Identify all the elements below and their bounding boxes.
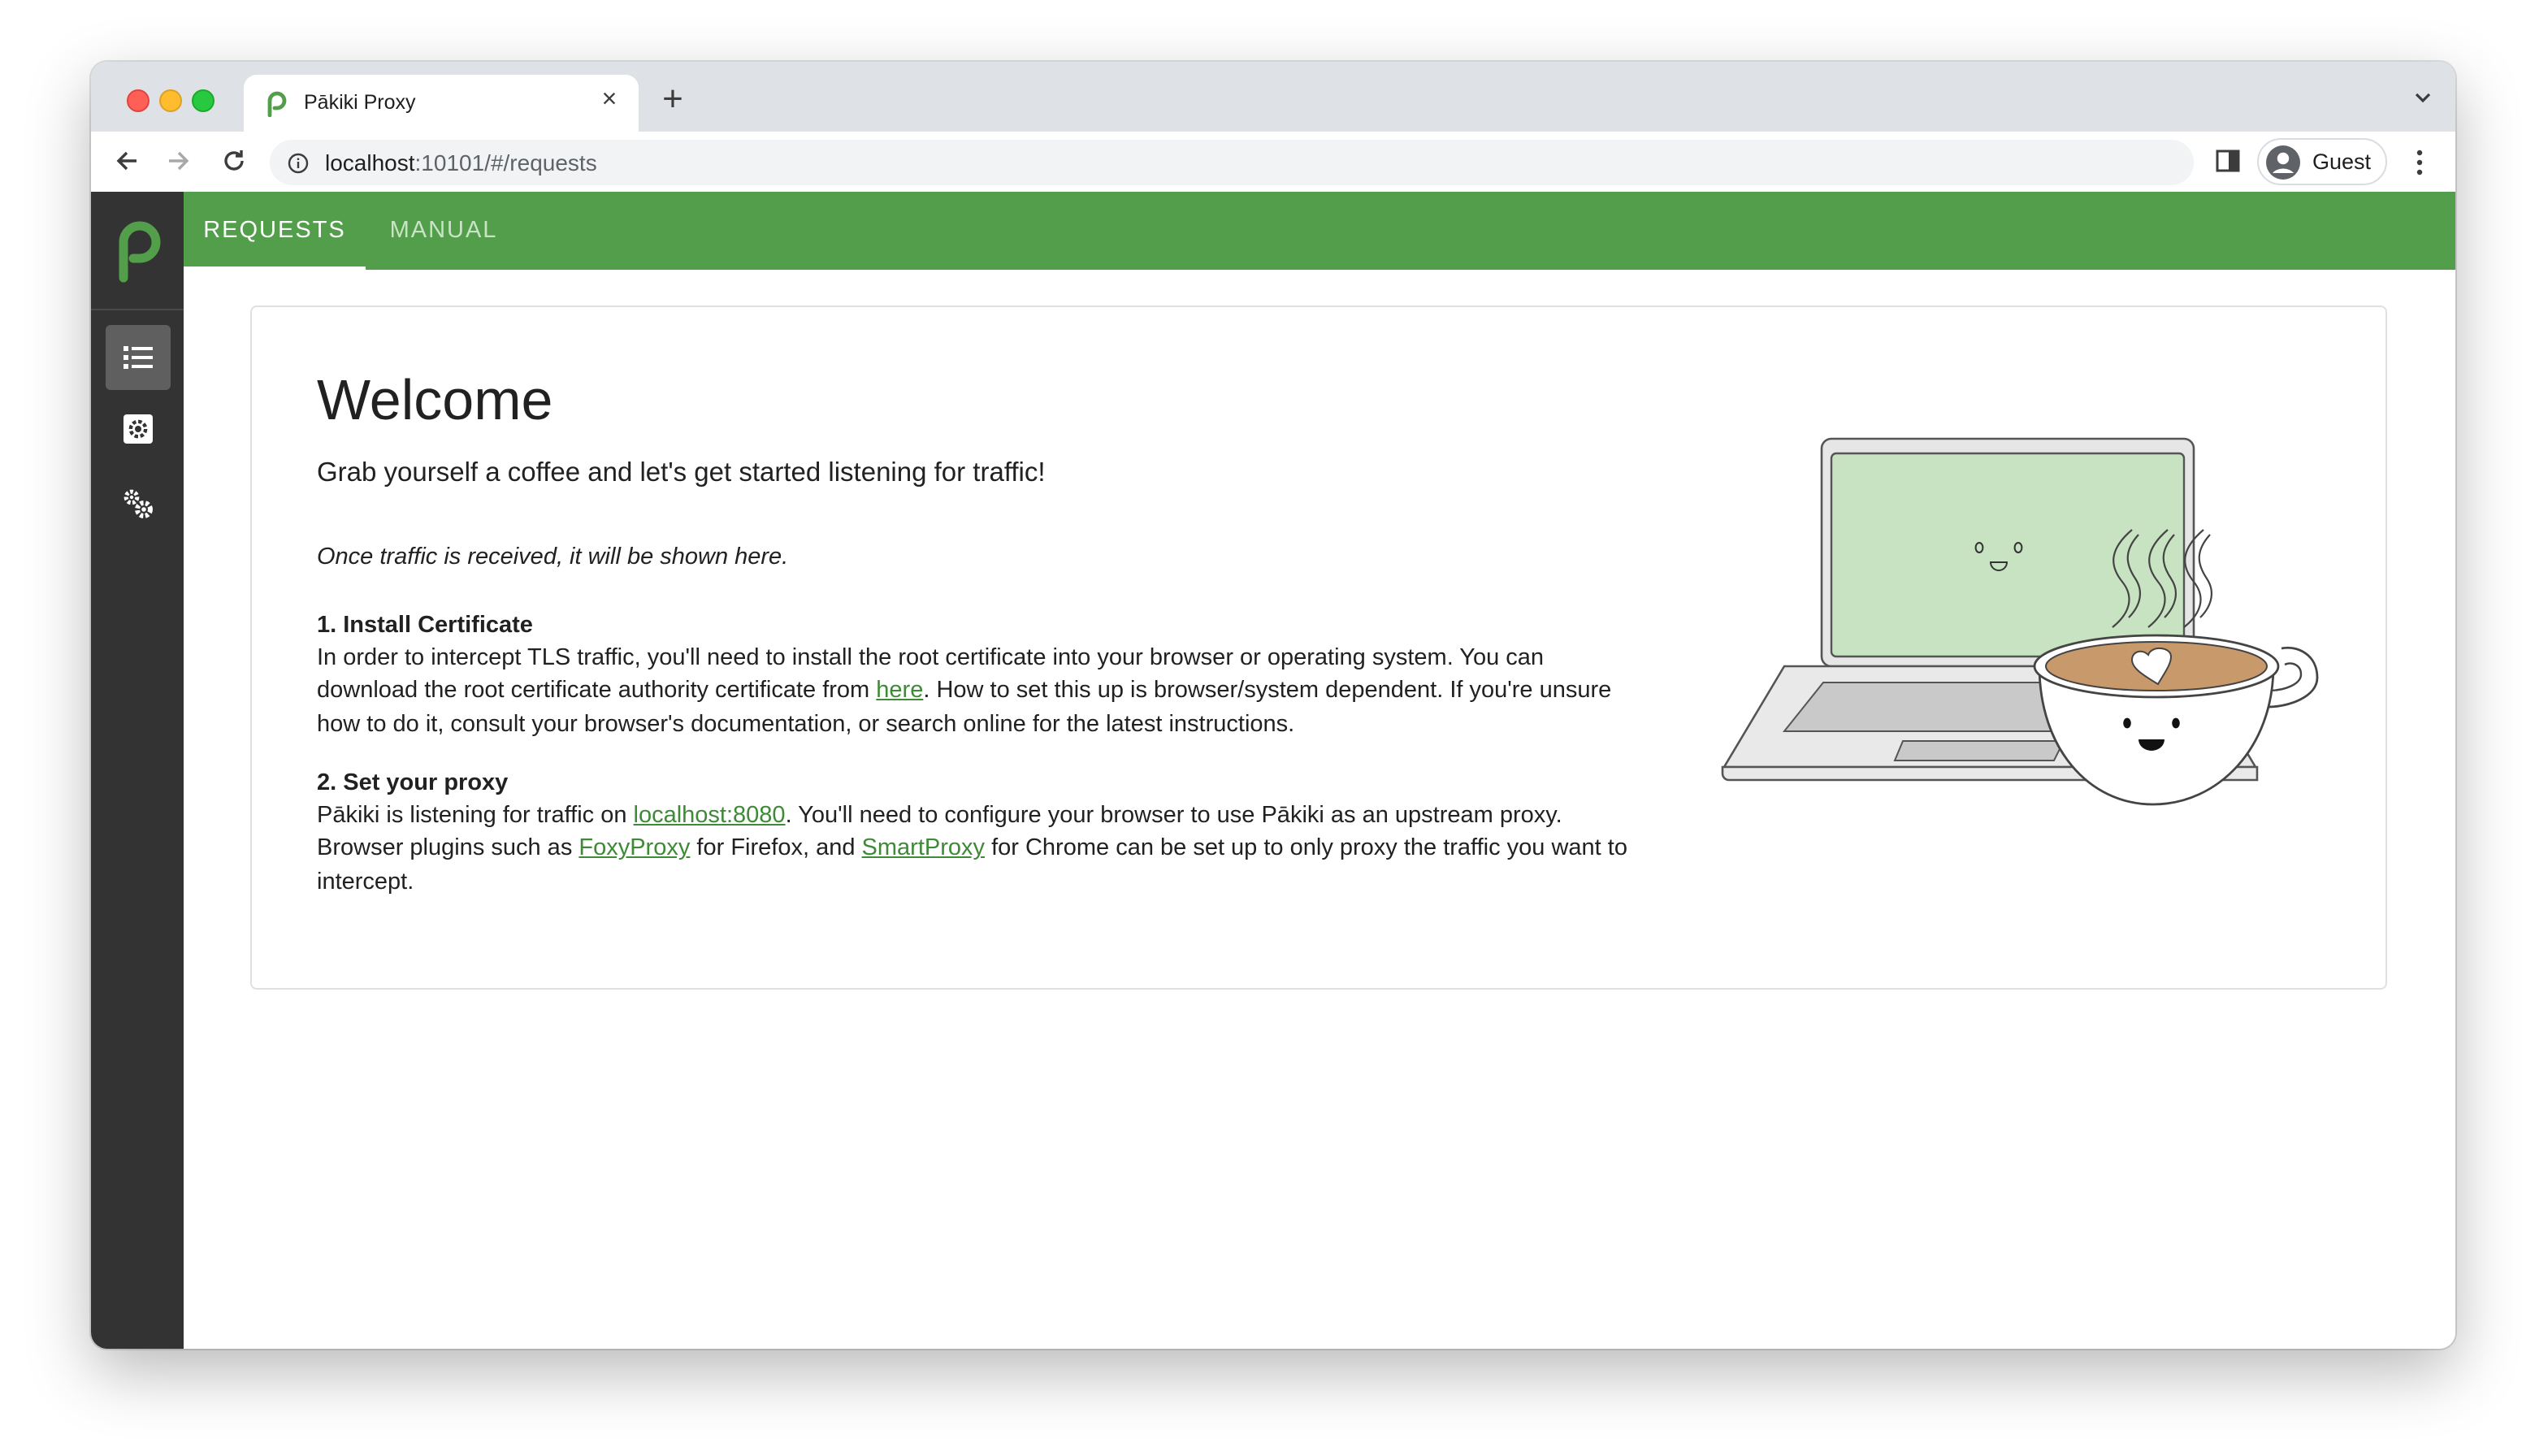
laptop-coffee-illustration — [1721, 437, 2319, 806]
scope-gear-icon — [124, 414, 153, 444]
tab-close-icon[interactable]: × — [596, 87, 622, 114]
traffic-note: Once traffic is received, it will be sho… — [317, 544, 789, 570]
tab-search-chevron-icon[interactable] — [2413, 89, 2433, 106]
minimize-window-button[interactable] — [159, 89, 182, 112]
tab-title: Pākiki Proxy — [304, 91, 416, 114]
pakiki-logo-icon — [267, 91, 287, 117]
active-tab-indicator — [184, 266, 366, 270]
rail-item-requests[interactable] — [106, 325, 171, 390]
tab-manual[interactable]: MANUAL — [366, 192, 522, 270]
set-proxy-heading: 2. Set your proxy — [317, 770, 509, 796]
browser-tab[interactable]: Pākiki Proxy × — [244, 75, 639, 132]
proxy-text-3: for Firefox, and — [690, 835, 862, 862]
set-proxy-text: Pākiki is listening for traffic on local… — [317, 800, 1649, 898]
guest-avatar-icon — [2266, 145, 2300, 180]
forward-arrow-icon[interactable] — [164, 146, 193, 176]
install-certificate-section: 1. Install Certificate In order to inter… — [317, 609, 1649, 741]
settings-gears-icon — [124, 489, 153, 518]
proxy-text-1: Pākiki is listening for traffic on — [317, 803, 634, 830]
pakiki-logo-icon[interactable] — [110, 214, 162, 283]
tab-requests[interactable]: REQUESTS — [184, 192, 366, 270]
address-bar[interactable]: localhost:10101/#/requests — [270, 140, 2194, 185]
back-arrow-icon[interactable] — [112, 146, 141, 176]
rail-item-scope[interactable] — [106, 396, 171, 462]
smartproxy-link[interactable]: SmartProxy — [862, 836, 986, 862]
url-text[interactable]: localhost:10101/#/requests — [325, 150, 597, 176]
browser-window: Pākiki Proxy × + localhost:10101/#/reque… — [91, 62, 2455, 1349]
browser-tab-strip: Pākiki Proxy × + — [91, 62, 2455, 132]
foxyproxy-link[interactable]: FoxyProxy — [578, 836, 690, 862]
left-rail — [91, 192, 184, 1349]
app-top-bar: REQUESTS MANUAL — [184, 192, 2455, 270]
rail-divider — [91, 309, 184, 310]
zoom-window-button[interactable] — [192, 89, 214, 112]
install-certificate-heading: 1. Install Certificate — [317, 613, 533, 639]
profile-button[interactable]: Guest — [2257, 138, 2387, 185]
app-root: REQUESTS MANUAL Welcome Grab yourself a … — [91, 192, 2455, 1349]
profile-name: Guest — [2312, 150, 2372, 174]
welcome-card: Welcome Grab yourself a coffee and let's… — [250, 306, 2387, 990]
reload-icon[interactable] — [219, 146, 249, 176]
side-panel-icon[interactable] — [2215, 148, 2241, 174]
page-title: Welcome — [317, 369, 553, 432]
welcome-subtitle: Grab yourself a coffee and let's get sta… — [317, 458, 1046, 488]
new-tab-button[interactable]: + — [656, 80, 689, 116]
set-proxy-section: 2. Set your proxy Pākiki is listening fo… — [317, 767, 1649, 899]
url-host: localhost — [325, 150, 415, 176]
certificate-download-link[interactable]: here — [876, 678, 923, 704]
close-window-button[interactable] — [127, 89, 150, 112]
url-path: :10101/#/requests — [414, 150, 597, 176]
browser-toolbar: localhost:10101/#/requests Guest — [91, 132, 2455, 193]
list-icon — [124, 346, 153, 369]
rail-item-settings[interactable] — [106, 471, 171, 536]
site-info-icon[interactable] — [288, 153, 309, 174]
proxy-address-link[interactable]: localhost:8080 — [634, 803, 786, 829]
install-certificate-text: In order to intercept TLS traffic, you'l… — [317, 642, 1649, 740]
more-menu-icon[interactable] — [2412, 148, 2428, 177]
